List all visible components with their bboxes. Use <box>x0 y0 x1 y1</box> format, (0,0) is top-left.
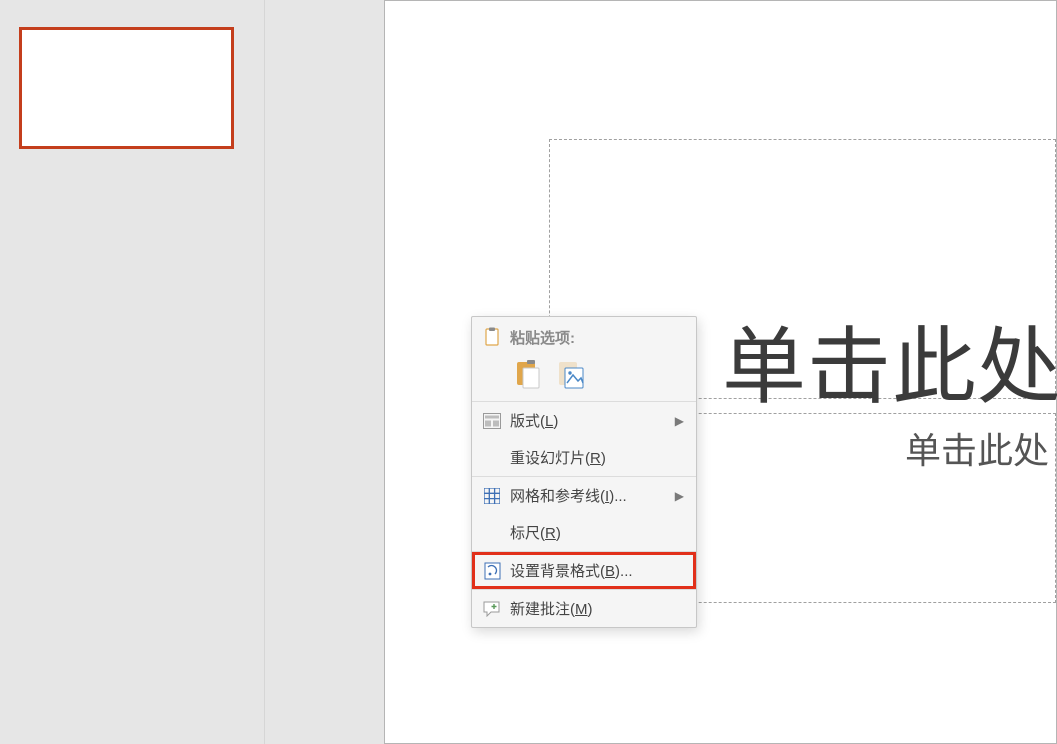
paste-options-label: 粘贴选项: <box>510 327 575 348</box>
menu-item-grid-guides[interactable]: 网格和参考线(I)... ▶ <box>472 477 696 514</box>
context-menu: 粘贴选项: 版式(L) ▶ 重设幻灯片(R) 网格和参考线( <box>471 316 697 628</box>
menu-item-new-comment-label: 新建批注(M) <box>510 598 593 619</box>
menu-item-format-background-label: 设置背景格式(B)... <box>510 560 633 581</box>
clipboard-icon <box>480 327 504 347</box>
layout-icon <box>480 413 504 429</box>
menu-item-ruler[interactable]: 标尺(R) <box>472 514 696 551</box>
slide-thumbnail-1[interactable] <box>19 27 234 149</box>
slide-thumbnail-panel <box>0 0 265 744</box>
menu-item-grid-guides-label: 网格和参考线(I)... <box>510 485 627 506</box>
menu-item-reset-slide[interactable]: 重设幻灯片(R) <box>472 439 696 476</box>
menu-item-format-background[interactable]: 设置背景格式(B)... <box>472 552 696 589</box>
chevron-right-icon: ▶ <box>675 489 684 503</box>
paste-options-row <box>472 357 696 401</box>
paste-picture[interactable] <box>554 357 588 391</box>
subtitle-placeholder-text: 单击此处 <box>905 422 1049 474</box>
menu-item-new-comment[interactable]: 新建批注(M) <box>472 590 696 627</box>
paste-options-header: 粘贴选项: <box>472 317 696 357</box>
menu-item-reset-slide-label: 重设幻灯片(R) <box>510 447 606 468</box>
chevron-right-icon: ▶ <box>675 414 684 428</box>
grid-icon <box>480 488 504 504</box>
paste-use-destination-theme[interactable] <box>512 357 546 391</box>
menu-item-layout-label: 版式(L) <box>510 410 558 431</box>
comment-icon <box>480 601 504 617</box>
menu-item-layout[interactable]: 版式(L) ▶ <box>472 402 696 439</box>
format-background-icon <box>480 562 504 580</box>
title-placeholder-text: 单击此处 <box>722 300 1057 421</box>
menu-item-ruler-label: 标尺(R) <box>510 522 561 543</box>
